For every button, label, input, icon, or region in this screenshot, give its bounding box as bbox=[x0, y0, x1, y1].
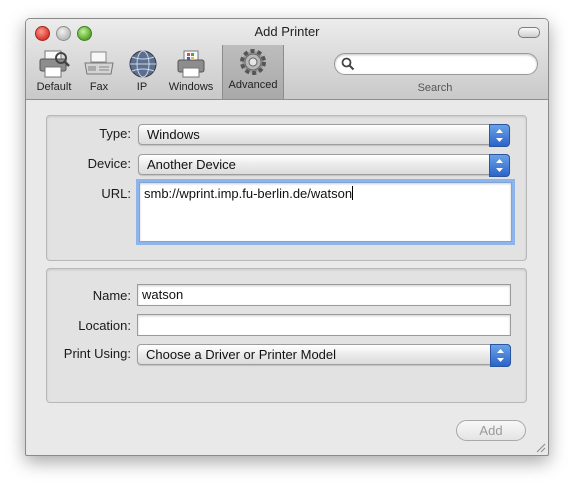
print-using-popup[interactable]: Choose a Driver or Printer Model bbox=[137, 344, 511, 367]
toolbar-toggle-button[interactable] bbox=[518, 27, 540, 38]
popup-arrows-icon bbox=[489, 154, 510, 177]
device-popup[interactable]: Another Device bbox=[138, 154, 510, 177]
name-field[interactable]: watson bbox=[137, 284, 511, 306]
search-field[interactable] bbox=[334, 53, 538, 75]
default-printer-icon bbox=[39, 50, 70, 78]
popup-arrows-icon bbox=[489, 124, 510, 147]
toolbar-fax-button[interactable]: Fax bbox=[81, 47, 117, 97]
name-value: watson bbox=[142, 287, 184, 302]
url-field[interactable]: smb://wprint.imp.fu-berlin.de/watson bbox=[139, 182, 512, 242]
toolbar-fax-label: Fax bbox=[89, 81, 109, 93]
gear-icon bbox=[240, 49, 266, 75]
search-icon bbox=[341, 57, 355, 71]
device-value: Another Device bbox=[147, 157, 236, 172]
title-bar: Add Printer Default Fax IP Windows Advan… bbox=[26, 19, 548, 100]
connection-panel: Type: Windows Device: Another Device URL… bbox=[46, 115, 527, 261]
toolbar-advanced-button[interactable]: Advanced bbox=[222, 45, 284, 99]
search-label: Search bbox=[417, 82, 453, 94]
location-label: Location: bbox=[78, 318, 131, 333]
windows-printer-icon bbox=[177, 50, 205, 78]
toolbar-default-label: Default bbox=[36, 81, 72, 93]
type-value: Windows bbox=[147, 127, 200, 142]
toolbar-windows-label: Windows bbox=[168, 81, 214, 93]
print-using-value: Choose a Driver or Printer Model bbox=[146, 347, 337, 362]
type-label: Type: bbox=[99, 126, 131, 141]
print-using-label: Print Using: bbox=[63, 346, 131, 361]
search-input[interactable] bbox=[357, 56, 531, 73]
url-label: URL: bbox=[101, 186, 131, 201]
toolbar-advanced-label: Advanced bbox=[228, 79, 278, 91]
popup-arrows-icon bbox=[490, 344, 511, 367]
name-label: Name: bbox=[92, 288, 131, 303]
window-title: Add Printer bbox=[254, 24, 320, 39]
globe-icon bbox=[129, 50, 157, 78]
toolbar-ip-button[interactable]: IP bbox=[126, 47, 158, 97]
toolbar-windows-button[interactable]: Windows bbox=[164, 47, 218, 97]
type-popup[interactable]: Windows bbox=[138, 124, 510, 147]
add-printer-window: Add Printer Default Fax IP Windows Advan… bbox=[25, 18, 549, 456]
location-field[interactable] bbox=[137, 314, 511, 336]
device-label: Device: bbox=[87, 156, 131, 171]
toolbar-default-button[interactable]: Default bbox=[32, 47, 76, 97]
fax-icon bbox=[84, 51, 114, 75]
resize-grip-icon[interactable] bbox=[536, 443, 546, 453]
toolbar-ip-label: IP bbox=[136, 81, 148, 93]
text-caret bbox=[352, 186, 354, 200]
printer-details-panel: Name: watson Location: Print Using: Choo… bbox=[46, 268, 527, 403]
url-value: smb://wprint.imp.fu-berlin.de/watson bbox=[144, 186, 354, 201]
add-button[interactable]: Add bbox=[456, 420, 526, 441]
